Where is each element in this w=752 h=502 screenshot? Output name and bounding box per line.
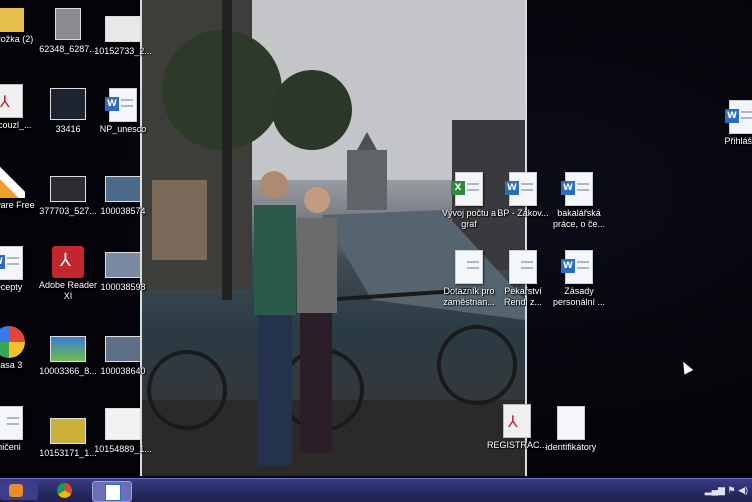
network-icon: ▂▄▆: [704, 485, 725, 495]
image-thumbnail-icon: [105, 16, 141, 42]
pencil-app-icon: [0, 166, 25, 198]
picasa-icon: [0, 326, 25, 358]
media-player-icon: [9, 484, 23, 497]
word-taskbar-button[interactable]: [92, 481, 132, 502]
document-icon: W: [505, 172, 537, 206]
icon-label: Přihláška: [724, 136, 752, 146]
document-icon: X: [451, 172, 483, 206]
desktop-icon[interactable]: 10003366_8...: [37, 332, 99, 377]
desktop-icon[interactable]: la složka (2): [0, 4, 40, 45]
desktop-icon[interactable]: ničeni: [0, 406, 40, 453]
document-icon: [509, 250, 537, 284]
document-icon: W: [725, 100, 752, 134]
image-thumbnail-icon: [50, 418, 86, 444]
icon-label: 100038640: [100, 366, 146, 376]
desktop-icon[interactable]: 10153171_1...: [37, 414, 99, 459]
desktop-icon[interactable]: 10154889_1...: [92, 404, 154, 455]
icon-label: 10152733_2...: [94, 46, 152, 56]
mouse-cursor: [678, 359, 694, 375]
wallpaper-photo: [140, 0, 527, 476]
desktop-icon[interactable]: ⅄ REGISTRAC...: [486, 404, 548, 451]
icon-label: BP - Zákov...: [497, 208, 549, 218]
image-thumbnail-icon: [50, 88, 86, 120]
image-thumbnail-icon: [55, 8, 81, 40]
document-icon: W: [105, 88, 137, 122]
document-icon: W: [561, 250, 593, 284]
icon-label: 10153171_1...: [39, 448, 97, 458]
icon-label: 33416: [55, 124, 81, 134]
taskbar: ▂▄▆ ⚑ ◀): [0, 478, 752, 502]
icon-label: 100038574: [100, 206, 146, 216]
icon-label: REGISTRAC...: [486, 440, 547, 450]
volume-icon: ◀): [738, 485, 748, 495]
image-thumbnail-icon: [50, 176, 86, 202]
document-icon: W: [0, 246, 23, 280]
icon-label: ničeni: [0, 442, 21, 452]
icon-label: Pekařství Rendl z...: [503, 286, 543, 307]
icon-label: bakalářská práce, o če...: [552, 208, 606, 229]
desktop-icon[interactable]: 62348_6287...: [37, 4, 99, 55]
document-icon: [455, 250, 483, 284]
desktop-icon[interactable]: W BP - Zákov...: [492, 172, 554, 219]
icon-label: 100038598: [100, 282, 146, 292]
desktop-icon[interactable]: W NP_unesco: [92, 88, 154, 135]
icon-label: 10154889_1...: [94, 444, 152, 454]
pdf-file-icon: ⅄: [503, 404, 531, 438]
desktop-icon[interactable]: 100038598: [92, 248, 154, 293]
icon-label: 10003366_8...: [39, 366, 97, 376]
chrome-icon: [57, 483, 72, 498]
document-icon: [0, 406, 23, 440]
icon-label: icecouzl_...: [0, 120, 32, 130]
icon-label: la složka (2): [0, 34, 34, 44]
icon-label: nAware Free: [0, 200, 35, 210]
desktop-icon[interactable]: ⅄ icecouzl_...: [0, 84, 40, 131]
desktop-icon[interactable]: X Vývoj počtu a graf: [438, 172, 500, 230]
desktop-icon[interactable]: W ecepty: [0, 246, 40, 293]
desktop-icon[interactable]: W Zásady personální ...: [548, 250, 610, 308]
desktop-icon[interactable]: W Přihláška: [712, 100, 752, 147]
desktop-icon[interactable]: 33416: [37, 84, 99, 135]
desktop-icon[interactable]: 100038574: [92, 172, 154, 217]
amsterdam-canal-photo: [142, 0, 525, 476]
system-tray[interactable]: ▂▄▆ ⚑ ◀): [705, 485, 748, 496]
media-player-taskbar-button[interactable]: [0, 481, 38, 500]
flag-icon: ⚑: [727, 485, 736, 495]
image-thumbnail-icon: [105, 336, 141, 362]
desktop-icon[interactable]: identifikátory: [540, 406, 602, 453]
image-thumbnail-icon: [105, 408, 141, 440]
desktop: la složka (2) ⅄ icecouzl_... nAware Free…: [0, 0, 752, 480]
icon-label: 62348_6287...: [39, 44, 97, 54]
icon-label: Vývoj počtu a graf: [441, 208, 497, 229]
desktop-icon[interactable]: Pekařství Rendl z...: [492, 250, 554, 308]
desktop-icon[interactable]: 10152733_2...: [92, 12, 154, 57]
icon-label: identifikátory: [545, 442, 597, 452]
word-icon: [105, 484, 121, 501]
image-thumbnail-icon: [50, 336, 86, 362]
icon-label: Adobe Reader XI: [38, 280, 98, 301]
desktop-icon[interactable]: Dotazník pro zaměstnan...: [438, 250, 500, 308]
icon-label: NP_unesco: [99, 124, 147, 134]
desktop-icon[interactable]: nAware Free: [0, 166, 40, 211]
icon-label: casa 3: [0, 360, 23, 370]
icon-label: Dotazník pro zaměstnan...: [443, 286, 495, 307]
desktop-icon[interactable]: casa 3: [0, 326, 40, 371]
chrome-taskbar-button[interactable]: [45, 481, 83, 500]
adobe-reader-icon: ⅄: [52, 246, 84, 278]
image-thumbnail-icon: [105, 176, 141, 202]
pdf-file-icon: ⅄: [0, 84, 23, 118]
document-icon: [557, 406, 585, 440]
icon-label: ecepty: [0, 282, 23, 292]
folder-icon: [0, 8, 24, 32]
icon-label: 377703_527...: [39, 206, 97, 216]
image-thumbnail-icon: [105, 252, 141, 278]
desktop-icon[interactable]: 377703_527...: [37, 172, 99, 217]
icon-label: Zásady personální ...: [552, 286, 606, 307]
desktop-icon[interactable]: ⅄ Adobe Reader XI: [37, 246, 99, 302]
document-icon: W: [561, 172, 593, 206]
desktop-icon[interactable]: W bakalářská práce, o če...: [548, 172, 610, 230]
desktop-icon[interactable]: 100038640: [92, 332, 154, 377]
